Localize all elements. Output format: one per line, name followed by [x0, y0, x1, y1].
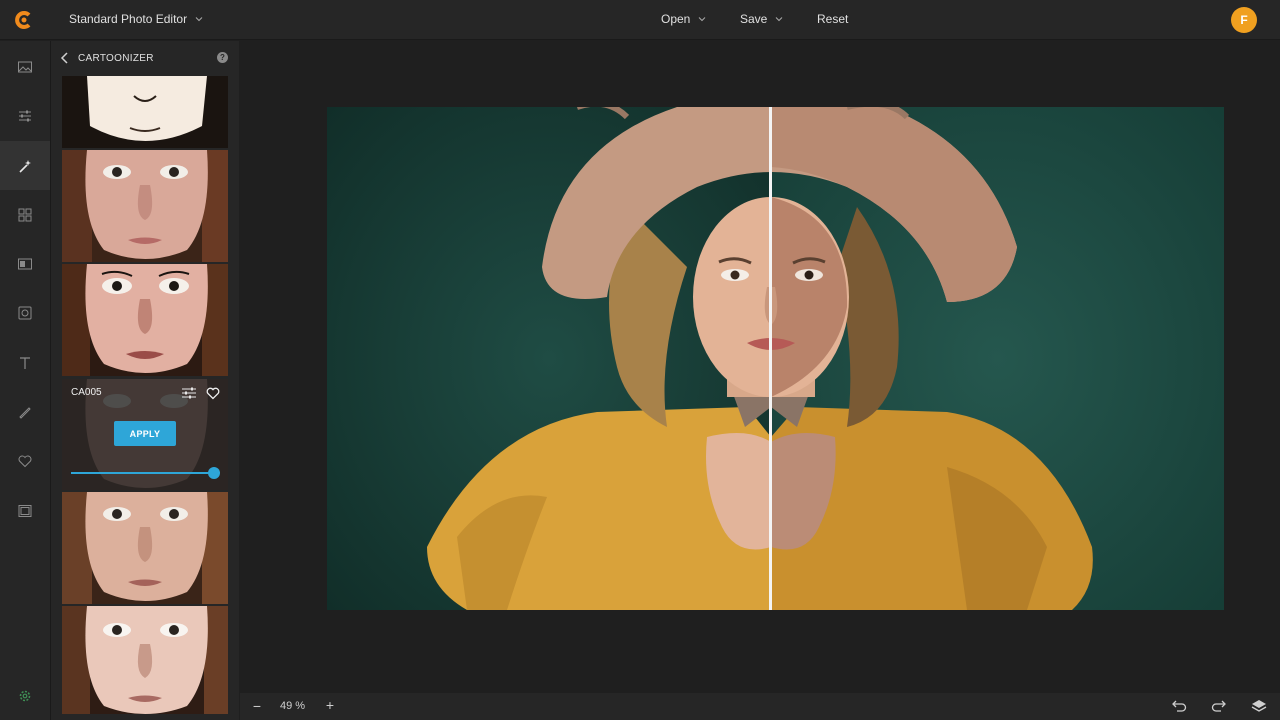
thumbnail-image	[62, 264, 228, 376]
rail-overlays-button[interactable]	[0, 486, 50, 535]
image-icon	[18, 61, 32, 72]
panel-title: CARTOONIZER	[78, 53, 154, 64]
grid-icon	[18, 208, 32, 221]
app-title-label: Standard Photo Editor	[69, 12, 188, 26]
rail-layouts-button[interactable]	[0, 190, 50, 239]
app-logo-icon[interactable]	[14, 10, 34, 30]
chevron-down-icon	[699, 17, 706, 22]
rail-camera-button[interactable]	[0, 288, 50, 337]
camera-icon	[18, 306, 32, 319]
help-icon[interactable]: ?	[217, 52, 228, 63]
photo-before-after	[327, 107, 1224, 610]
effects-icon	[19, 159, 31, 173]
thumbnail-image	[62, 150, 228, 262]
rail-draw-button[interactable]	[0, 387, 50, 436]
photo-canvas[interactable]	[327, 107, 1224, 610]
layers-icon[interactable]	[1251, 699, 1267, 713]
rail-adjustments-button[interactable]	[0, 91, 50, 140]
zoom-level: 49 %	[280, 700, 306, 712]
redo-icon[interactable]	[1211, 699, 1227, 713]
filter-thumbnail[interactable]	[62, 492, 228, 604]
thumbnail-image	[62, 606, 228, 714]
intensity-slider-thumb[interactable]	[208, 467, 220, 479]
heart-icon	[18, 455, 32, 467]
app-title-dropdown[interactable]: Standard Photo Editor	[69, 12, 203, 26]
avatar-initial: F	[1240, 13, 1248, 27]
adjustments-icon	[19, 110, 31, 121]
filter-name: CA005	[71, 387, 102, 398]
bottom-toolbar: − 49 % +	[240, 693, 1280, 720]
cartoonizer-panel: CARTOONIZER ? CA005 APPLY	[51, 41, 239, 720]
reset-button[interactable]: Reset	[817, 12, 848, 26]
chevron-down-icon	[776, 17, 783, 22]
filter-thumbnail[interactable]	[62, 150, 228, 262]
back-arrow-icon[interactable]	[59, 51, 71, 65]
rail-text-button[interactable]	[0, 338, 50, 387]
intensity-slider-track[interactable]	[71, 472, 214, 474]
text-icon	[20, 356, 30, 369]
thumbnail-image	[62, 492, 228, 604]
apply-button[interactable]: APPLY	[114, 421, 176, 446]
rail-image-button[interactable]	[0, 42, 50, 91]
adjust-sliders-icon[interactable]	[181, 386, 197, 400]
canvas-area[interactable]	[240, 41, 1280, 693]
zoom-out-button[interactable]: −	[250, 698, 264, 714]
user-avatar[interactable]: F	[1231, 7, 1257, 33]
filter-thumbnail[interactable]	[62, 606, 228, 714]
open-menu[interactable]: Open	[661, 12, 706, 26]
thumbnail-image	[62, 76, 228, 148]
filter-thumbnail[interactable]	[62, 264, 228, 376]
top-bar: Standard Photo Editor Open Save Reset F	[0, 0, 1280, 40]
panel-header: CARTOONIZER ?	[51, 41, 239, 75]
heart-icon[interactable]	[206, 386, 220, 400]
rail-frames-button[interactable]	[0, 239, 50, 288]
zoom-in-button[interactable]: +	[323, 697, 337, 713]
open-label: Open	[661, 12, 691, 26]
rail-effects-button[interactable]	[0, 141, 50, 190]
save-label: Save	[740, 12, 768, 26]
brush-icon	[19, 406, 31, 419]
settings-gear-icon[interactable]	[18, 689, 32, 703]
frame-icon	[18, 258, 32, 269]
filter-thumbnail[interactable]	[62, 76, 228, 148]
save-menu[interactable]: Save	[740, 12, 783, 26]
reset-label: Reset	[817, 12, 849, 26]
tool-rail	[0, 41, 51, 720]
rail-favorites-button[interactable]	[0, 436, 50, 485]
film-icon	[18, 504, 32, 517]
filter-card-selected[interactable]: CA005 APPLY	[62, 379, 228, 490]
undo-icon[interactable]	[1171, 699, 1187, 713]
chevron-down-icon	[195, 17, 203, 22]
